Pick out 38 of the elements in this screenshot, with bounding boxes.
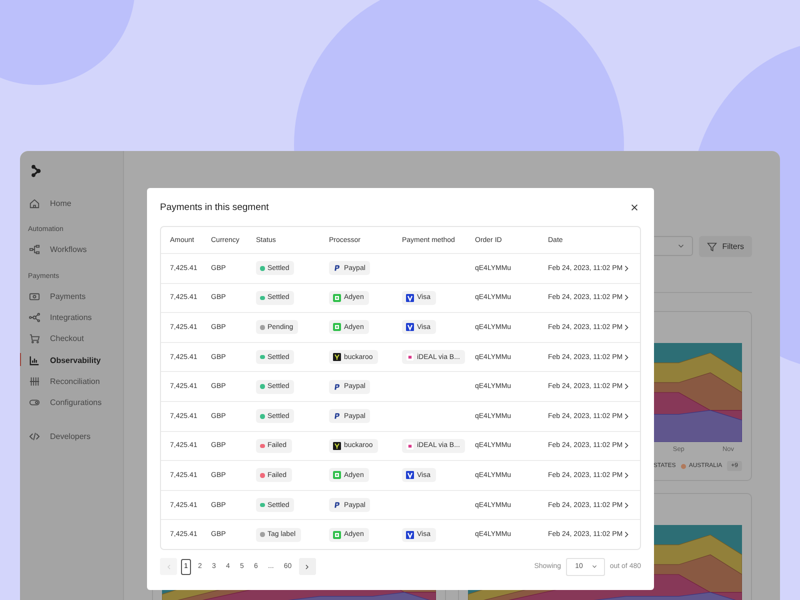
chevron-right-icon xyxy=(305,564,310,570)
integrations-icon xyxy=(29,312,40,324)
chevron-right-icon xyxy=(624,502,629,509)
workflow-icon xyxy=(29,244,40,256)
nav-item[interactable]: Payments xyxy=(20,286,123,307)
payments-icon xyxy=(29,290,40,302)
cart-icon xyxy=(29,333,40,344)
nav-item[interactable]: Observability xyxy=(20,349,123,371)
chevron-right-icon xyxy=(624,472,629,479)
chevron-right-icon xyxy=(624,442,629,450)
nav-item[interactable]: Checkout xyxy=(20,328,123,350)
home-icon xyxy=(29,198,40,210)
nav-item[interactable]: Integrations xyxy=(20,306,123,328)
chevron-right-icon xyxy=(624,531,629,538)
chevron-right-icon xyxy=(624,383,629,390)
chevron-right-icon xyxy=(624,354,629,361)
chevron-right-icon xyxy=(624,412,629,420)
chevron-down-icon xyxy=(678,244,684,248)
nav-item[interactable]: Reconciliation xyxy=(20,370,123,392)
nav-item[interactable]: Workflows xyxy=(20,239,123,261)
nav-item[interactable]: Developers xyxy=(20,425,123,447)
chevron-right-icon xyxy=(624,264,629,272)
nav-item[interactable]: Home xyxy=(20,193,123,214)
modal-title: Payments in this segment xyxy=(160,202,269,212)
next-page-button[interactable] xyxy=(298,558,316,576)
logo-icon xyxy=(31,163,41,179)
chevron-down-icon xyxy=(592,565,597,568)
reconcile-icon xyxy=(29,376,40,387)
chevron-left-icon xyxy=(166,564,170,570)
filter-icon xyxy=(707,242,718,252)
filters-button[interactable]: Filters xyxy=(699,236,752,257)
code-icon xyxy=(29,430,40,442)
config-icon xyxy=(29,397,40,408)
close-icon[interactable] xyxy=(630,202,639,212)
chevron-right-icon xyxy=(624,294,629,302)
chart-icon xyxy=(29,354,40,366)
nav-item[interactable]: Configurations xyxy=(20,392,123,414)
chevron-right-icon xyxy=(624,324,629,331)
